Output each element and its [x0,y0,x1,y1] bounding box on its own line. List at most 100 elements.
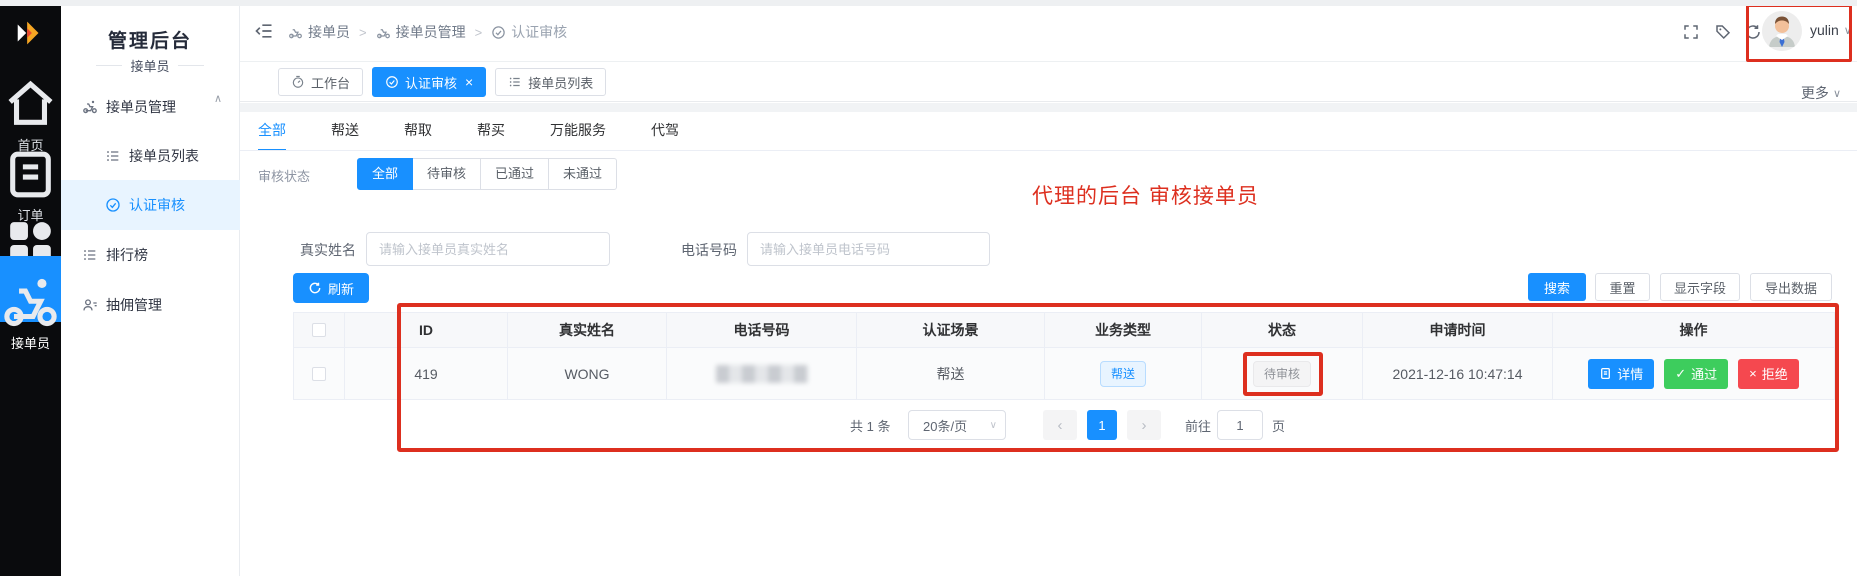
goto-page-input[interactable] [1217,410,1263,440]
sidebar-item-label: 排行榜 [106,245,148,265]
top-header: 接单员 > 接单员管理 > 认证审核 [240,0,1857,62]
order-icon [0,144,61,205]
show-columns-button[interactable]: 显示字段 [1660,273,1740,301]
breadcrumb-item-courier-manage[interactable]: 接单员管理 [376,22,466,42]
sidebar-item-label: 接单员管理 [106,97,176,117]
next-page-button[interactable]: › [1127,410,1161,440]
refresh-icon[interactable] [1744,23,1762,41]
rider-icon [288,25,303,40]
breadcrumb: 接单员 > 接单员管理 > 认证审核 [288,22,567,42]
breadcrumb-item-auth-audit: 认证审核 [491,22,567,42]
rider-icon [82,99,98,115]
audit-status-label: 审核状态 [258,166,310,185]
status-filter-rejected[interactable]: 未通过 [548,158,617,190]
service-tab-universal[interactable]: 万能服务 [550,120,606,151]
page-number-button[interactable]: 1 [1087,410,1117,440]
real-name-label: 真实姓名 [300,240,356,260]
row-cell-status: 待审核 [1202,348,1363,400]
audit-table: ID 真实姓名 电话号码 认证场景 业务类型 状态 申请时间 操作 419 WO… [293,312,1835,400]
detail-button[interactable]: 详情 [1588,359,1654,389]
list-icon [82,247,98,263]
table-header-row: ID 真实姓名 电话号码 认证场景 业务类型 状态 申请时间 操作 [293,312,1835,348]
tab-auth-audit[interactable]: 认证审核 × [372,67,486,97]
sidebar-item-auth-audit[interactable]: 认证审核 [61,180,240,230]
chevron-up-icon: ∧ [214,92,222,105]
fullscreen-icon[interactable] [1682,23,1700,41]
reset-button[interactable]: 重置 [1595,273,1650,301]
refresh-icon [308,281,322,295]
service-tab-all[interactable]: 全部 [258,120,286,151]
username-dropdown[interactable]: yulin ∨ [1810,22,1852,38]
service-tab-buy[interactable]: 帮买 [477,120,505,151]
user-avatar[interactable] [1762,11,1802,51]
header-cell-actions: 操作 [1553,313,1835,348]
biz-type-tag: 帮送 [1100,361,1146,387]
prev-page-button[interactable]: ‹ [1043,410,1077,440]
real-name-input[interactable] [366,232,610,266]
breadcrumb-separator: > [359,25,367,40]
window-top-strip [0,0,1857,6]
collapse-sidebar-icon[interactable] [254,21,274,41]
x-icon: × [1749,366,1757,381]
check-circle-icon [105,197,121,213]
check-circle-icon [491,25,506,40]
service-tab-pickup[interactable]: 帮取 [404,120,432,151]
status-filter-pending[interactable]: 待审核 [412,158,481,190]
pagination-total: 共 1 条 [850,416,890,435]
main-content: 全部 帮送 帮取 帮买 万能服务 代驾 审核状态 全部 待审核 已通过 未通过 … [240,112,1857,576]
secondary-sidebar: 管理后台 接单员 接单员管理 ∧ 接单员列表 认证审核 [61,0,240,576]
chevron-right-icon: › [1142,417,1147,434]
list-icon [105,148,121,164]
header-cell-biztype: 业务类型 [1045,313,1202,348]
breadcrumb-separator: > [475,25,483,40]
row-cell-biztype: 帮送 [1045,348,1202,400]
search-button[interactable]: 搜索 [1528,273,1586,301]
approve-button[interactable]: ✓ 通过 [1664,359,1728,389]
chevron-down-icon: ∨ [1844,24,1852,37]
header-cell-checkbox [293,313,345,348]
divider [240,150,1857,151]
refresh-button[interactable]: 刷新 [293,273,369,303]
select-all-checkbox[interactable] [312,323,326,337]
tab-courier-list[interactable]: 接单员列表 [495,68,606,96]
export-data-button[interactable]: 导出数据 [1750,273,1832,301]
status-filter-approved[interactable]: 已通过 [480,158,549,190]
row-cell-time: 2021-12-16 10:47:14 [1363,348,1553,400]
list-icon [508,75,522,89]
breadcrumb-item-courier[interactable]: 接单员 [288,22,350,42]
close-icon[interactable]: × [465,75,473,89]
sidebar-title: 管理后台 [61,26,239,53]
phone-input[interactable] [747,232,990,266]
service-tab-delivery[interactable]: 帮送 [331,120,359,151]
chevron-left-icon: ‹ [1058,417,1063,434]
check-icon: ✓ [1675,366,1686,382]
row-cell-phone [667,348,857,400]
divider-line [178,65,204,66]
reject-button[interactable]: × 拒绝 [1738,359,1799,389]
status-badge: 待审核 [1253,361,1311,387]
sidebar-item-ranking[interactable]: 排行榜 [82,240,148,270]
row-cell-name: WONG [508,348,667,400]
header-cell-time: 申请时间 [1363,313,1553,348]
theme-tag-icon[interactable] [1714,23,1732,41]
chevron-down-icon: ∨ [1833,87,1841,100]
tabs-more-dropdown[interactable]: 更多 ∨ [1801,83,1841,103]
row-cell-checkbox [293,348,345,400]
rail-item-couriers[interactable]: 接单员 [0,256,61,322]
service-tab-driving[interactable]: 代驾 [651,120,679,151]
service-type-tabs: 全部 帮送 帮取 帮买 万能服务 代驾 [258,120,679,151]
status-filter-all[interactable]: 全部 [357,158,413,190]
page-size-select[interactable]: 20条/页 ∨ [908,410,1006,440]
row-cell-scene: 帮送 [857,348,1045,400]
tab-workbench[interactable]: 工作台 [278,68,363,96]
chevron-down-icon: ∨ [990,420,997,431]
sidebar-item-courier-manage[interactable]: 接单员管理 ∧ [82,92,232,122]
header-cell-id: ID [345,313,508,348]
rail-item-home[interactable]: 首页 [0,74,61,154]
sidebar-item-commission[interactable]: 抽佣管理 [82,290,162,320]
row-checkbox[interactable] [312,367,326,381]
content-gap-strip [240,103,1857,112]
sidebar-item-label: 抽佣管理 [106,295,162,315]
sidebar-item-label: 接单员列表 [129,146,199,166]
sidebar-item-courier-list[interactable]: 接单员列表 [105,141,199,171]
